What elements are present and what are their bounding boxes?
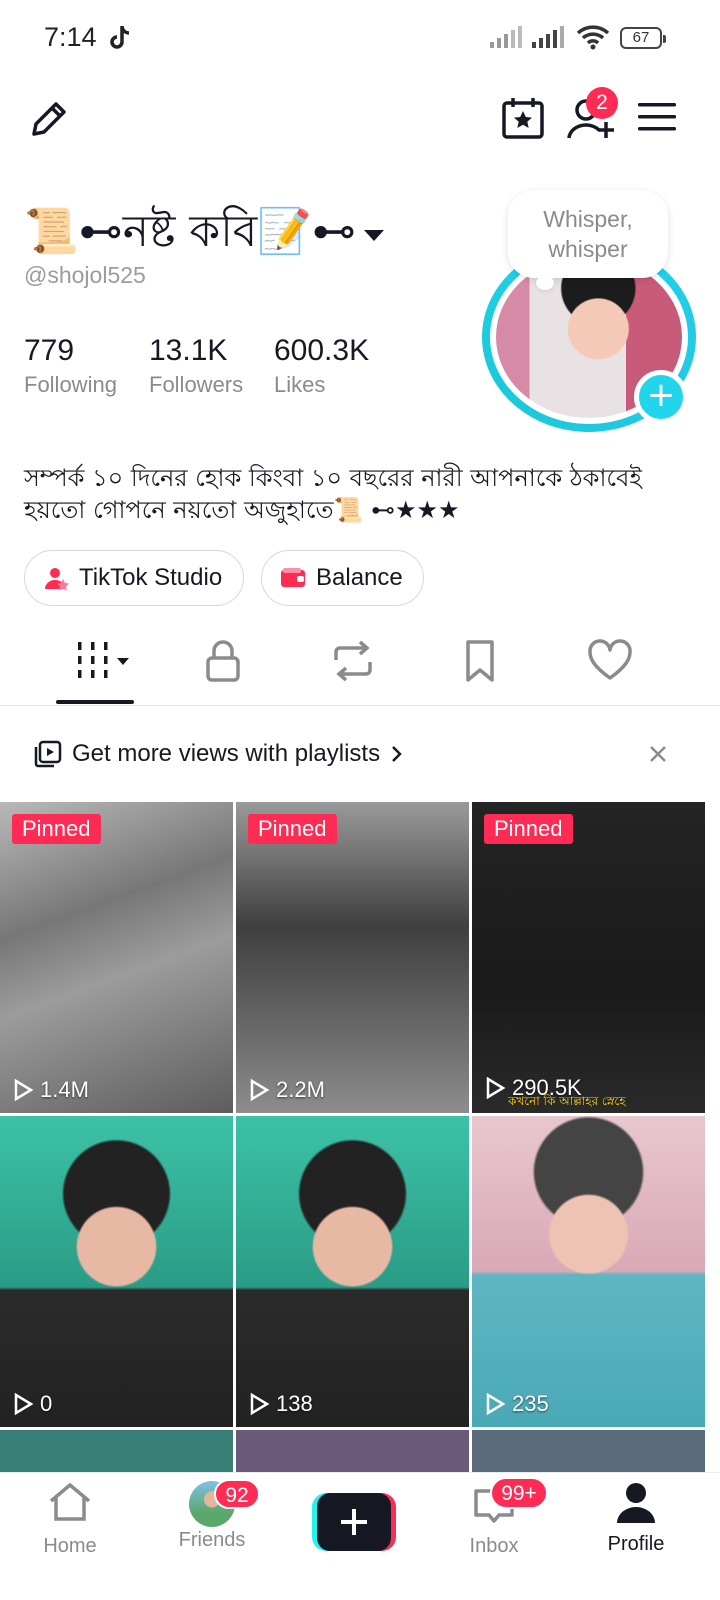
likes-stat[interactable]: 600.3K Likes xyxy=(274,334,369,398)
close-icon[interactable] xyxy=(648,744,668,764)
signal-icon-2 xyxy=(532,26,564,48)
username-handle: @shojol525 xyxy=(24,262,146,288)
create-video-button[interactable] xyxy=(312,1493,396,1551)
view-count: 235 xyxy=(512,1391,549,1416)
calendar-star-icon[interactable] xyxy=(500,96,546,140)
view-count: 1.4M xyxy=(40,1077,89,1102)
tab-reposts-icon[interactable] xyxy=(330,638,376,684)
chevron-down-icon[interactable] xyxy=(362,227,386,243)
chevron-right-icon xyxy=(392,746,402,762)
nav-home[interactable]: Home xyxy=(20,1481,120,1558)
edit-pencil-icon[interactable] xyxy=(26,96,72,142)
pinned-badge: Pinned xyxy=(484,814,573,844)
play-icon xyxy=(14,1078,34,1102)
tab-favorites-bookmark-icon[interactable] xyxy=(462,638,498,684)
play-icon xyxy=(250,1078,270,1102)
status-bubble[interactable]: Whisper, whisper xyxy=(508,190,668,290)
profile-tabs xyxy=(0,622,720,706)
inbox-badge: 99+ xyxy=(490,1477,548,1509)
view-count: 138 xyxy=(276,1391,313,1416)
bottom-navigation: Home Friends 92 Inbox 99+ Profile xyxy=(0,1472,720,1600)
balance-button[interactable]: Balance xyxy=(261,550,424,606)
nav-profile[interactable]: Profile xyxy=(586,1481,686,1556)
view-count: 290.5K xyxy=(512,1075,582,1100)
friends-badge: 92 xyxy=(214,1479,260,1509)
play-icon xyxy=(486,1076,506,1100)
battery-indicator: 67 xyxy=(620,27,666,49)
home-icon xyxy=(49,1483,91,1521)
display-name[interactable]: 📜⊷নষ্ট কবি📝⊷ xyxy=(24,198,386,271)
friend-requests-badge: 2 xyxy=(586,87,618,119)
profile-person-icon xyxy=(617,1483,655,1523)
bio-line-1: সম্পর্ক ১০ দিনের হোক কিংবা ১০ বছরের নারী… xyxy=(24,464,642,492)
plus-icon xyxy=(341,1509,367,1535)
play-icon xyxy=(250,1392,270,1416)
followers-stat[interactable]: 13.1K Followers xyxy=(149,334,243,398)
studio-people-icon xyxy=(45,568,69,591)
play-icon xyxy=(14,1392,34,1416)
playlist-banner[interactable]: Get more views with playlists xyxy=(0,720,720,788)
tiktok-notification-icon xyxy=(110,26,130,49)
tiktok-studio-button[interactable]: TikTok Studio xyxy=(24,550,244,606)
tab-private-lock-icon[interactable] xyxy=(203,638,243,684)
play-icon xyxy=(486,1392,506,1416)
menu-icon[interactable] xyxy=(636,100,678,134)
video-tile[interactable]: Pinned 2.2M xyxy=(236,802,469,1113)
active-tab-indicator xyxy=(56,700,134,704)
video-tile[interactable]: 0 xyxy=(0,1116,233,1427)
video-tile[interactable]: 235 xyxy=(472,1116,705,1427)
video-tile[interactable]: 138 xyxy=(236,1116,469,1427)
add-story-plus-icon[interactable]: + xyxy=(634,370,688,424)
view-count: 2.2M xyxy=(276,1077,325,1102)
tab-liked-heart-icon[interactable] xyxy=(587,638,633,684)
status-bar: 7:14 67 xyxy=(0,0,720,78)
following-stat[interactable]: 779 Following xyxy=(24,334,117,398)
wallet-icon xyxy=(281,568,305,587)
video-tile[interactable]: Pinned 1.4M xyxy=(0,802,233,1113)
playlist-banner-text: Get more views with playlists xyxy=(72,740,381,767)
bio-line-2: হয়তো গোপনে নয়তো অজুহাতে📜 ⊷★★★ xyxy=(24,496,460,524)
signal-icon-1 xyxy=(490,26,522,48)
status-time: 7:14 xyxy=(44,22,97,52)
tab-videos-grid-icon[interactable] xyxy=(74,638,132,684)
pinned-badge: Pinned xyxy=(248,814,337,844)
video-tile[interactable]: Pinned কখনো কি আল্লাহর স্নেহে 290.5K xyxy=(472,802,705,1113)
profile-bio: সম্পর্ক ১০ দিনের হোক কিংবা ১০ বছরের নারী… xyxy=(24,462,694,526)
pinned-badge: Pinned xyxy=(12,814,101,844)
view-count: 0 xyxy=(40,1391,53,1416)
wifi-icon xyxy=(576,25,610,50)
playlist-icon xyxy=(34,740,62,768)
